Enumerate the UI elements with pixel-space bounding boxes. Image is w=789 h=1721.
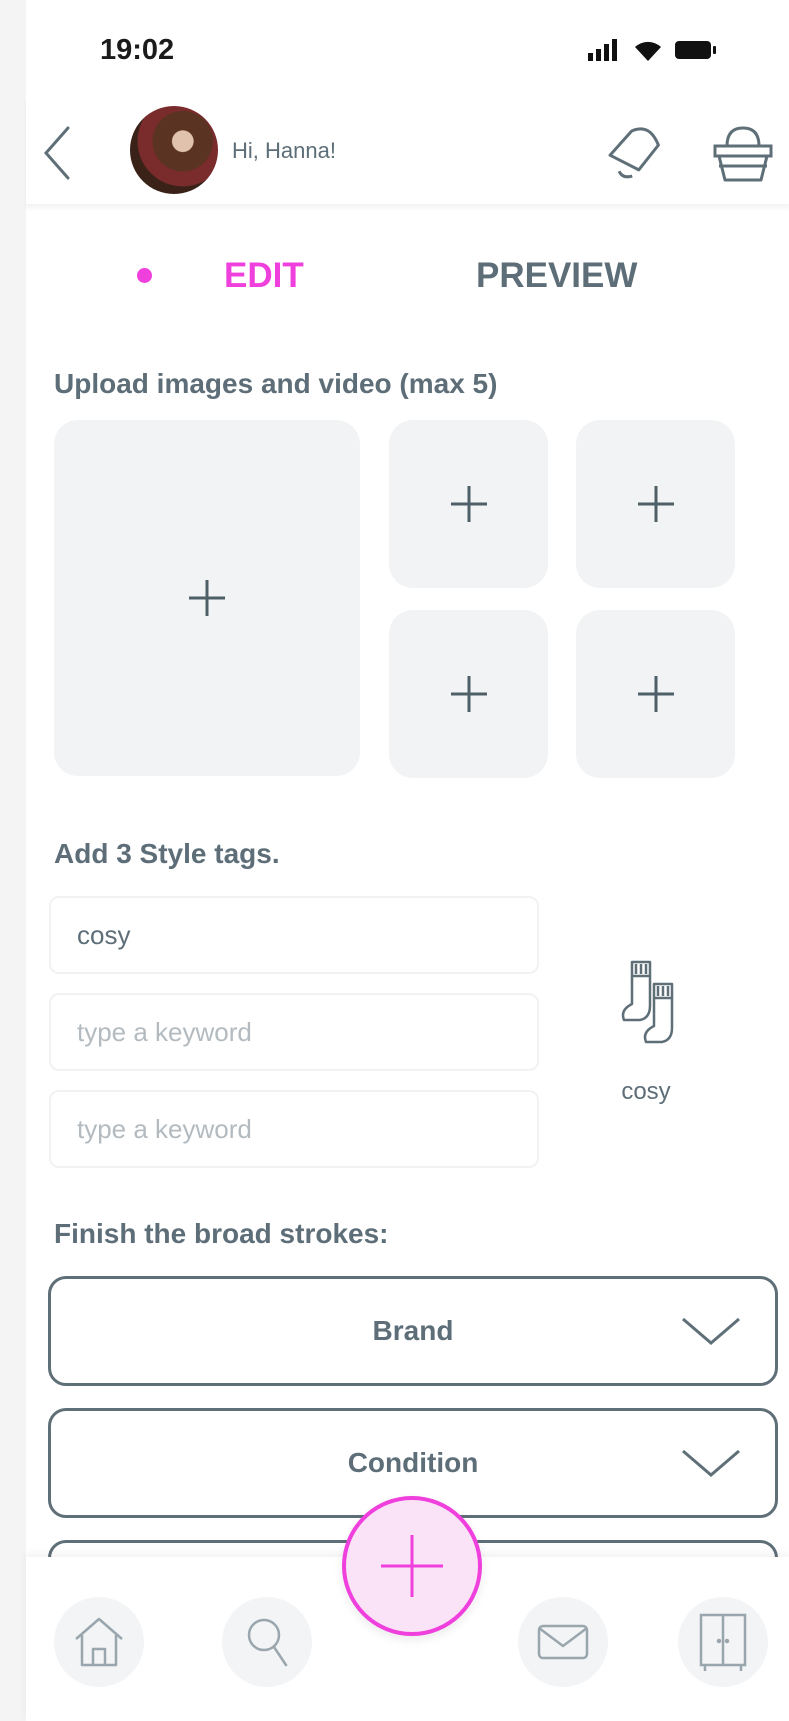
add-icon xyxy=(381,1535,443,1597)
back-arrow-icon[interactable] xyxy=(42,126,72,180)
search-icon xyxy=(247,1618,288,1667)
chevron-down-icon xyxy=(682,1449,740,1477)
dropdown-label: Brand xyxy=(372,1315,454,1346)
plus-icon xyxy=(450,486,487,522)
plus-icon xyxy=(637,486,674,522)
upload-slot-2[interactable] xyxy=(389,420,548,588)
plus-icon xyxy=(450,676,487,712)
status-time: 19:02 xyxy=(100,34,175,66)
status-icons xyxy=(586,38,718,62)
signal-icon xyxy=(588,39,617,61)
tab-edit[interactable]: EDIT xyxy=(224,256,304,296)
broad-strokes-title: Finish the broad strokes: xyxy=(54,1218,389,1249)
tab-preview[interactable]: PREVIEW xyxy=(476,256,637,296)
app-screen: 19:02 Hi, Hanna! EDIT PREVIEW Upload ima… xyxy=(26,0,789,1721)
plus-icon xyxy=(189,580,225,616)
nav-home[interactable] xyxy=(54,1597,144,1687)
nav-wardrobe[interactable] xyxy=(678,1597,768,1687)
add-listing-button[interactable] xyxy=(342,1496,482,1636)
wifi-icon xyxy=(635,41,661,61)
upload-title: Upload images and video (max 5) xyxy=(54,368,498,399)
mail-icon xyxy=(537,1624,589,1660)
top-bar: Hi, Hanna! xyxy=(26,96,789,204)
plus-icon xyxy=(637,676,674,712)
nav-search[interactable] xyxy=(222,1597,312,1687)
brand-dropdown[interactable]: Brand xyxy=(48,1276,778,1386)
basket-icon[interactable] xyxy=(711,124,775,184)
style-tag-preview-label: cosy xyxy=(621,1078,671,1105)
bell-icon[interactable] xyxy=(604,124,668,184)
upload-slot-4[interactable] xyxy=(389,610,548,778)
dropdown-label: Condition xyxy=(347,1447,479,1478)
upload-slot-3[interactable] xyxy=(576,420,735,588)
upload-slot-5[interactable] xyxy=(576,610,735,778)
nav-messages[interactable] xyxy=(518,1597,608,1687)
socks-icon xyxy=(621,960,674,1044)
style-tag-input-3[interactable] xyxy=(49,1090,539,1168)
upload-slot-main[interactable] xyxy=(54,420,360,776)
active-tab-indicator xyxy=(137,268,152,283)
style-tag-input-1[interactable] xyxy=(49,896,539,974)
style-tag-input-2[interactable] xyxy=(49,993,539,1071)
chevron-down-icon xyxy=(682,1317,740,1345)
style-tags-title: Add 3 Style tags. xyxy=(54,838,280,869)
avatar[interactable] xyxy=(130,106,218,194)
battery-icon xyxy=(675,41,716,59)
wardrobe-icon xyxy=(699,1613,747,1671)
greeting: Hi, Hanna! xyxy=(232,138,336,163)
home-icon xyxy=(75,1617,123,1667)
